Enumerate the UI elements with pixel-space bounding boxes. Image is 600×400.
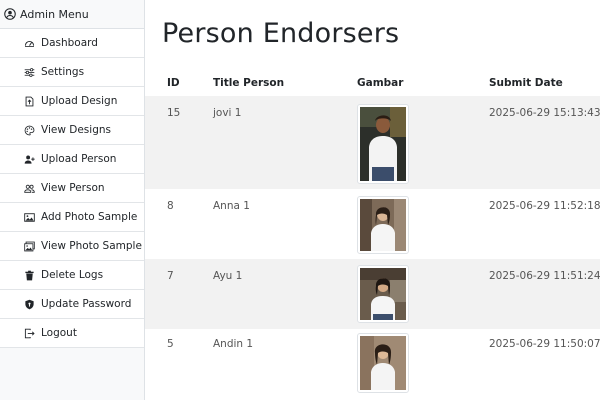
sidebar-item-label: Update Password xyxy=(41,298,132,310)
dashboard-icon xyxy=(24,40,35,47)
user-circle-icon xyxy=(4,8,16,20)
cell-title: jovi 1 xyxy=(213,107,242,119)
sidebar-item-label: View Person xyxy=(41,182,105,194)
sidebar-item-label: Logout xyxy=(41,327,77,339)
table-row: 8 Anna 1 2025-06-29 11:52:18 xyxy=(145,189,600,259)
sidebar-item-view-photo-sample[interactable]: View Photo Sample xyxy=(0,232,144,261)
cell-id: 8 xyxy=(167,200,174,212)
sidebar-item-view-designs[interactable]: View Designs xyxy=(0,116,144,145)
table-row: 7 Ayu 1 2025-06-29 11:51:24 xyxy=(145,259,600,329)
cell-id: 7 xyxy=(167,270,174,282)
logout-icon xyxy=(24,328,35,338)
cell-date: 2025-06-29 11:51:24 xyxy=(489,270,600,282)
sidebar-item-settings[interactable]: Settings xyxy=(0,58,144,87)
person-photo xyxy=(357,104,409,184)
sliders-icon xyxy=(24,67,35,77)
main-content: Person Endorsers ID Title Person Gambar … xyxy=(145,0,600,400)
person-photo xyxy=(357,265,409,323)
table-header: ID Title Person Gambar Submit Date xyxy=(145,68,600,96)
sidebar-item-label: View Designs xyxy=(41,124,111,136)
sidebar-item-add-photo-sample[interactable]: Add Photo Sample xyxy=(0,203,144,232)
column-header-date: Submit Date xyxy=(489,77,563,89)
images-icon xyxy=(24,241,35,251)
cell-date: 2025-06-29 15:13:43 xyxy=(489,107,600,119)
menu-list: Dashboard Settings Upload Design View De… xyxy=(0,29,144,348)
cell-date: 2025-06-29 11:50:07 xyxy=(489,338,600,350)
sidebar-item-label: View Photo Sample xyxy=(41,240,142,252)
people-icon xyxy=(24,184,35,193)
person-add-icon xyxy=(24,155,35,164)
sidebar-item-label: Upload Design xyxy=(41,95,118,107)
cell-date: 2025-06-29 11:52:18 xyxy=(489,200,600,212)
image-icon xyxy=(24,212,35,222)
cell-title: Andin 1 xyxy=(213,338,254,350)
sidebar-item-delete-logs[interactable]: Delete Logs xyxy=(0,261,144,290)
sidebar-item-upload-person[interactable]: Upload Person xyxy=(0,145,144,174)
palette-icon xyxy=(24,125,35,135)
sidebar-item-label: Delete Logs xyxy=(41,269,104,281)
sidebar-item-label: Dashboard xyxy=(41,37,98,49)
sidebar-item-label: Add Photo Sample xyxy=(41,211,138,223)
cell-id: 15 xyxy=(167,107,181,119)
sidebar-header: Admin Menu xyxy=(0,0,144,29)
file-upload-icon xyxy=(25,96,34,106)
table-row: 15 jovi 1 2025-06-29 15:13:43 xyxy=(145,96,600,189)
person-photo xyxy=(357,333,409,393)
cell-id: 5 xyxy=(167,338,174,350)
sidebar-item-upload-design[interactable]: Upload Design xyxy=(0,87,144,116)
sidebar-item-logout[interactable]: Logout xyxy=(0,319,144,348)
page-title: Person Endorsers xyxy=(162,18,400,49)
sidebar-item-view-person[interactable]: View Person xyxy=(0,174,144,203)
cell-title: Ayu 1 xyxy=(213,270,243,282)
sidebar-item-label: Settings xyxy=(41,66,85,78)
sidebar-item-label: Upload Person xyxy=(41,153,117,165)
column-header-title: Title Person xyxy=(213,77,285,89)
column-header-id: ID xyxy=(167,77,180,89)
shield-icon xyxy=(25,299,34,309)
sidebar: Admin Menu Dashboard Settings Upload Des… xyxy=(0,0,145,400)
sidebar-item-update-password[interactable]: Update Password xyxy=(0,290,144,319)
sidebar-item-dashboard[interactable]: Dashboard xyxy=(0,29,144,58)
column-header-image: Gambar xyxy=(357,77,404,89)
person-photo xyxy=(357,196,409,254)
trash-icon xyxy=(25,270,34,280)
table-row: 5 Andin 1 2025-06-29 11:50:07 xyxy=(145,329,600,400)
sidebar-title: Admin Menu xyxy=(20,7,89,21)
cell-title: Anna 1 xyxy=(213,200,250,212)
